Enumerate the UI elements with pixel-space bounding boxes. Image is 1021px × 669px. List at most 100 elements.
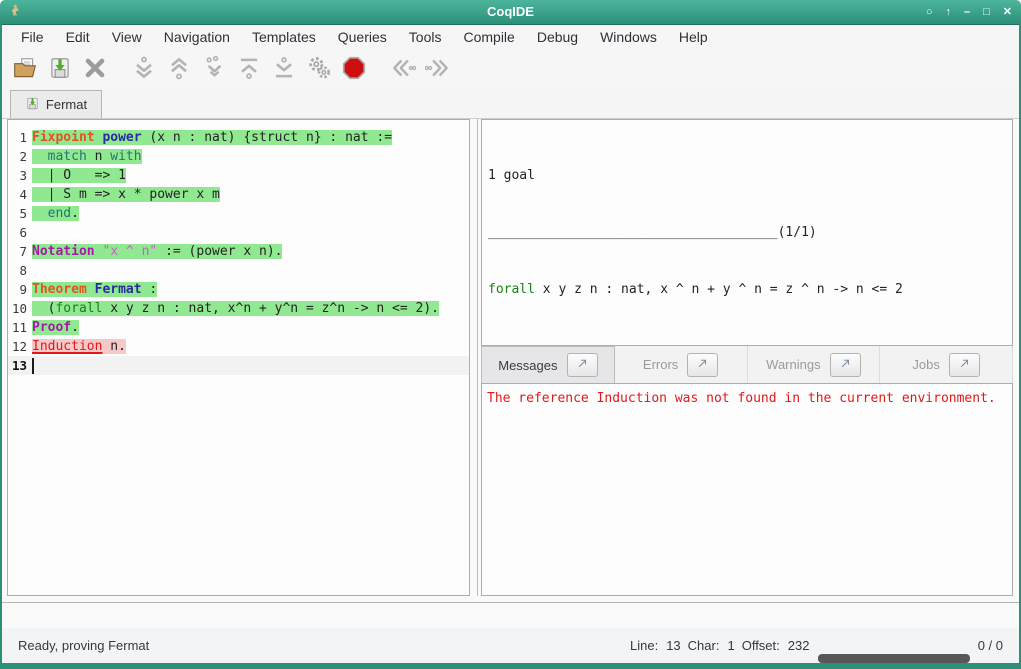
goal-statement: forall x y z n : nat, x ^ n + y ^ n = z … (488, 280, 1006, 299)
menu-edit[interactable]: Edit (55, 25, 101, 49)
window-minimize-button[interactable]: – (964, 0, 970, 24)
window-keep-above-button[interactable]: ○ (926, 0, 933, 24)
toolbar (2, 49, 1019, 89)
menu-tools[interactable]: Tools (398, 25, 453, 49)
titlebar[interactable]: CoqIDE ○↑–□✕ (0, 0, 1021, 25)
messages-panel[interactable]: The reference Induction was not found in… (481, 383, 1013, 596)
interrupt-button[interactable] (337, 52, 371, 86)
line-text: Theorem Fermat : (32, 282, 157, 297)
code-token: power (102, 130, 141, 145)
cursor-position: Line:13Char:1Offset:232 (630, 628, 816, 663)
code-token: Theorem (32, 282, 87, 297)
code-line-10[interactable]: 10 (forall x y z n : nat, x^n + y^n = z^… (8, 299, 469, 318)
tab-messages[interactable]: Messages (481, 346, 615, 383)
toolbar-group (126, 52, 371, 86)
code-line-1[interactable]: 1Fixpoint power (x n : nat) {struct n} :… (8, 128, 469, 147)
save-icon (47, 55, 73, 84)
code-line-2[interactable]: 2 match n with (8, 147, 469, 166)
detach-jobs-button[interactable] (949, 353, 980, 377)
code-line-12[interactable]: 12Induction n. (8, 337, 469, 356)
char-label: Char: (688, 638, 720, 653)
tab-errors[interactable]: Errors (615, 346, 748, 383)
detach-errors-button[interactable] (687, 353, 718, 377)
code-line-5[interactable]: 5 end. (8, 204, 469, 223)
code-lines: 1Fixpoint power (x n : nat) {struct n} :… (8, 120, 469, 375)
code-line-7[interactable]: 7Notation "x ^ n" := (power x n). (8, 242, 469, 261)
line-text: match n with (32, 149, 142, 164)
code-token: (x n : nat) {struct n} : nat := (142, 130, 392, 145)
line-label: Line: (630, 638, 658, 653)
line-text: Proof. (32, 320, 79, 335)
open-button[interactable] (8, 52, 42, 86)
detach-warnings-button[interactable] (830, 353, 861, 377)
code-line-13[interactable]: 13 (8, 356, 469, 375)
code-line-11[interactable]: 11Proof. (8, 318, 469, 337)
script-editor[interactable]: 1Fixpoint power (x n : nat) {struct n} :… (7, 119, 470, 596)
goal-separator: _____________________________________(1/… (488, 223, 1006, 242)
code-token: Induction (32, 339, 102, 354)
code-token: Proof (32, 320, 71, 335)
goal-count: 1 goal (488, 166, 1006, 185)
bottom-divider (2, 602, 1019, 603)
code-line-9[interactable]: 9Theorem Fermat : (8, 280, 469, 299)
save-button[interactable] (43, 52, 77, 86)
line-number: 9 (8, 282, 32, 297)
code-token: | S m => x * power x m (32, 187, 220, 202)
tab-fermat[interactable]: Fermat (10, 90, 102, 118)
close-button[interactable] (78, 52, 112, 86)
detach-arrow-icon (958, 357, 971, 373)
go-to-start-icon (236, 55, 262, 84)
code-token: Notation (32, 244, 95, 259)
line-number: 4 (8, 187, 32, 202)
char-value: 1 (727, 638, 734, 653)
code-line-4[interactable]: 4 | S m => x * power x m (8, 185, 469, 204)
window-close-button[interactable]: ✕ (1003, 0, 1012, 24)
code-token: Fermat (95, 282, 142, 297)
window-maximize-button[interactable]: □ (983, 0, 990, 24)
go-to-cursor-button[interactable] (197, 52, 231, 86)
line-number: 12 (8, 339, 32, 354)
line-number: 6 (8, 225, 32, 240)
toolbar-group (385, 52, 455, 86)
line-value: 13 (666, 638, 680, 653)
menu-queries[interactable]: Queries (327, 25, 398, 49)
line-text: Notation "x ^ n" := (power x n). (32, 244, 282, 259)
go-to-end-icon (271, 55, 297, 84)
code-line-3[interactable]: 3 | O => 1 (8, 166, 469, 185)
menu-navigation[interactable]: Navigation (153, 25, 241, 49)
menu-file[interactable]: File (10, 25, 55, 49)
code-token: forall (55, 301, 102, 316)
menu-help[interactable]: Help (668, 25, 719, 49)
line-text: | O => 1 (32, 168, 126, 183)
code-line-6[interactable]: 6 (8, 223, 469, 242)
goal-token: forall (488, 282, 535, 297)
menu-windows[interactable]: Windows (589, 25, 668, 49)
go-down-button[interactable] (127, 52, 161, 86)
goal-panel[interactable]: 1 goal _________________________________… (481, 119, 1013, 346)
tab-jobs[interactable]: Jobs (880, 346, 1013, 383)
go-to-end-button[interactable] (267, 52, 301, 86)
code-token: . (71, 206, 79, 221)
menu-templates[interactable]: Templates (241, 25, 327, 49)
next-button[interactable] (421, 52, 455, 86)
menu-compile[interactable]: Compile (452, 25, 525, 49)
fully-check-button[interactable] (302, 52, 336, 86)
code-token: x y z n : nat, x^n + y^n = z^n -> n <= 2… (102, 301, 439, 316)
code-token: end (48, 206, 71, 221)
menu-view[interactable]: View (101, 25, 153, 49)
detach-messages-button[interactable] (567, 353, 598, 377)
go-up-button[interactable] (162, 52, 196, 86)
code-line-8[interactable]: 8 (8, 261, 469, 280)
pane-splitter[interactable] (477, 119, 478, 596)
tab-warnings-label: Warnings (766, 357, 820, 372)
tab-warnings[interactable]: Warnings (748, 346, 881, 383)
code-token: match (48, 149, 87, 164)
window-shade-button[interactable]: ↑ (946, 0, 952, 24)
menu-debug[interactable]: Debug (526, 25, 589, 49)
previous-button[interactable] (386, 52, 420, 86)
progress-bar (818, 654, 970, 663)
go-to-start-button[interactable] (232, 52, 266, 86)
line-number: 13 (8, 358, 32, 373)
tab-bar: Fermat (2, 89, 1019, 119)
tab-jobs-label: Jobs (912, 357, 939, 372)
